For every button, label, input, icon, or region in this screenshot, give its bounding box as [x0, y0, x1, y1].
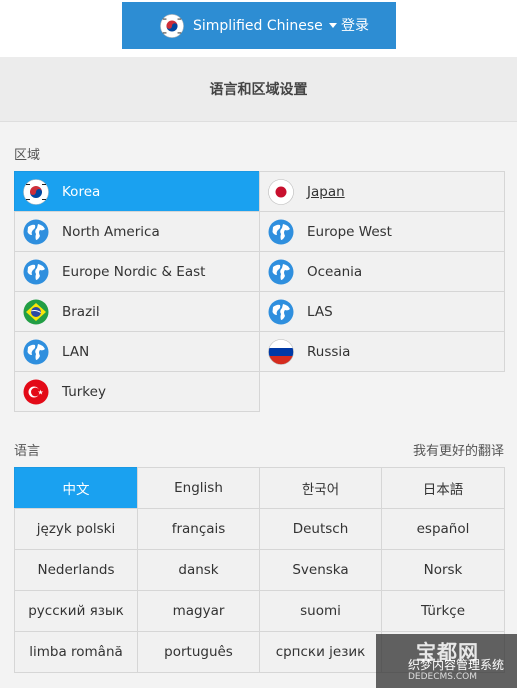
globe-icon: [23, 259, 49, 284]
language-option[interactable]: English: [137, 467, 260, 509]
region-option[interactable]: Europe Nordic & East: [14, 251, 260, 292]
panel-title: 语言和区域设置: [0, 57, 517, 122]
watermark: 宝都网 织梦内容管理系统 DEDECMS.COM: [376, 634, 517, 688]
language-option[interactable]: 한국어: [259, 467, 382, 509]
top-bar: Simplified Chinese 登录: [122, 2, 396, 49]
language-option[interactable]: 日本語: [381, 467, 505, 509]
login-link[interactable]: 登录: [341, 15, 369, 35]
language-option[interactable]: Norsk: [381, 549, 505, 591]
better-translation-link[interactable]: 我有更好的翻译: [413, 440, 504, 459]
language-option[interactable]: русский язык: [14, 590, 138, 632]
region-option[interactable]: LAN: [14, 331, 260, 372]
language-option[interactable]: Deutsch: [259, 508, 382, 550]
globe-icon: [23, 219, 49, 244]
region-option[interactable]: Europe West: [259, 211, 505, 252]
region-option[interactable]: Oceania: [259, 251, 505, 292]
region-option-label: LAN: [62, 343, 90, 360]
watermark-mid: 织梦内容管理系统: [408, 658, 505, 672]
globe-icon: [268, 219, 294, 244]
region-option[interactable]: Turkey: [14, 371, 260, 412]
language-option[interactable]: suomi: [259, 590, 382, 632]
region-section-label: 区域: [14, 148, 41, 163]
globe-icon: [268, 259, 294, 284]
region-option-label: Japan: [307, 183, 345, 200]
language-section-label: 语言: [14, 444, 41, 459]
region-option[interactable]: Korea: [14, 171, 260, 212]
language-option[interactable]: Svenska: [259, 549, 382, 591]
korea-flag-icon: [160, 13, 184, 38]
language-option[interactable]: português: [137, 631, 260, 673]
region-grid: Korea Japan North America Europe West Europe…: [14, 171, 505, 412]
korea-flag-icon: [23, 178, 49, 205]
region-option-label: LAS: [307, 303, 333, 320]
region-option-label: Russia: [307, 343, 351, 360]
language-option[interactable]: français: [137, 508, 260, 550]
region-option[interactable]: LAS: [259, 291, 505, 332]
language-option[interactable]: język polski: [14, 508, 138, 550]
language-option[interactable]: српски језик: [259, 631, 382, 673]
language-option[interactable]: magyar: [137, 590, 260, 632]
settings-panel: 语言和区域设置 区域 Korea Japan North America Europe…: [0, 57, 517, 688]
region-option-label: Brazil: [62, 303, 100, 320]
language-option[interactable]: 中文: [14, 467, 138, 509]
language-option[interactable]: limba română: [14, 631, 138, 673]
russia-flag-icon: [268, 338, 294, 365]
japan-flag-icon: [268, 178, 294, 205]
globe-icon: [268, 299, 294, 324]
region-option-label: Europe Nordic & East: [62, 263, 206, 280]
region-option[interactable]: Russia: [259, 331, 505, 372]
turkey-flag-icon: [23, 379, 49, 404]
region-option-label: Europe West: [307, 223, 392, 240]
brazil-flag-icon: [23, 299, 49, 324]
language-option[interactable]: español: [381, 508, 505, 550]
region-option[interactable]: Brazil: [14, 291, 260, 332]
region-option-label: North America: [62, 223, 160, 240]
globe-icon: [23, 339, 49, 364]
region-option-label: Korea: [62, 183, 101, 200]
caret-down-icon: [328, 23, 337, 28]
language-option[interactable]: Türkçe: [381, 590, 505, 632]
watermark-small: DEDECMS.COM: [408, 672, 477, 682]
region-option-label: Turkey: [62, 383, 106, 400]
region-option[interactable]: Japan: [259, 171, 505, 212]
region-option[interactable]: North America: [14, 211, 260, 252]
language-option[interactable]: dansk: [137, 549, 260, 591]
region-option-label: Oceania: [307, 263, 363, 280]
language-dropdown-label: Simplified Chinese: [193, 17, 323, 34]
language-option[interactable]: Nederlands: [14, 549, 138, 591]
language-dropdown[interactable]: Simplified Chinese: [160, 12, 337, 39]
